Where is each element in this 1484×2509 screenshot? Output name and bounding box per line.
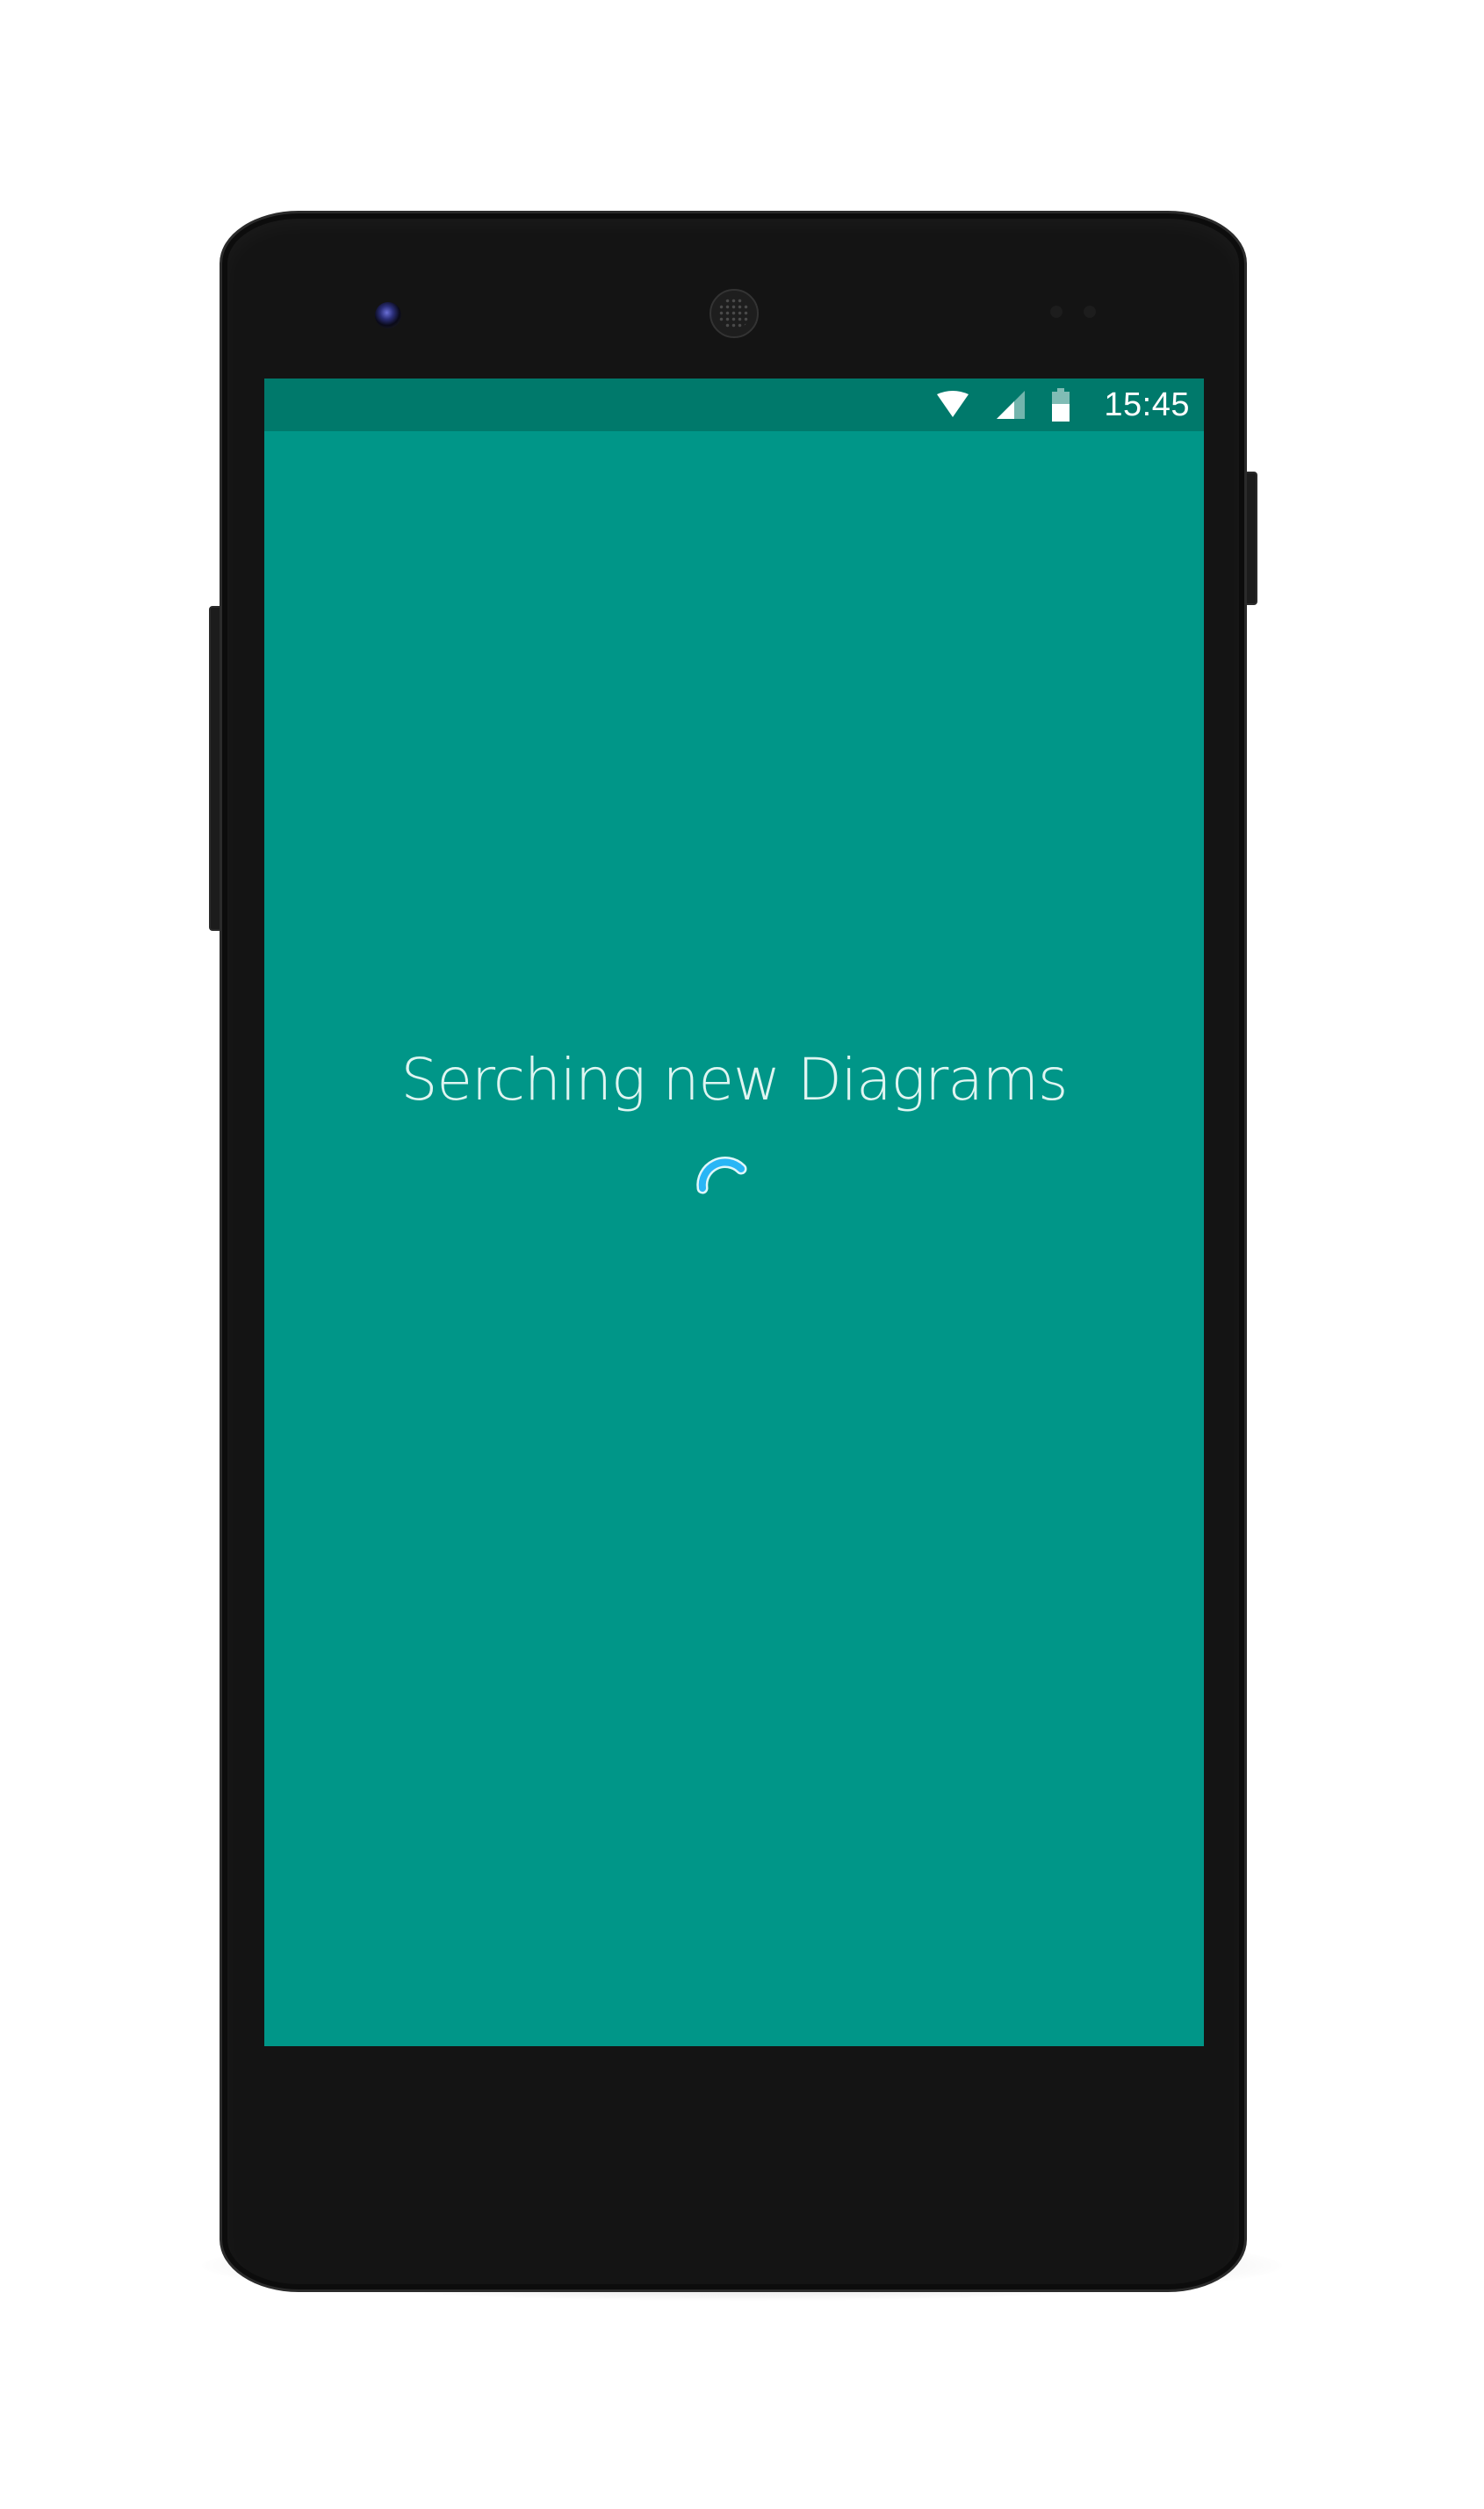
status-bar: 15:45 [264, 379, 1204, 431]
front-camera-icon [375, 302, 401, 328]
status-icons: 15:45 [935, 379, 1190, 431]
loading-spinner-icon [692, 1151, 753, 1213]
wifi-icon [935, 391, 970, 419]
cell-signal-icon [995, 389, 1027, 421]
light-sensor-icon [1084, 306, 1096, 318]
status-clock: 15:45 [1104, 386, 1190, 423]
loading-message: Serching new Diagrams [400, 1046, 1069, 1114]
proximity-sensor-icon [1050, 306, 1063, 318]
battery-icon [1051, 388, 1070, 422]
stage: 15:45 Serching new Diagrams [0, 0, 1484, 2509]
earpiece-speaker-icon [710, 289, 759, 338]
phone-screen: 15:45 Serching new Diagrams [264, 379, 1204, 2046]
